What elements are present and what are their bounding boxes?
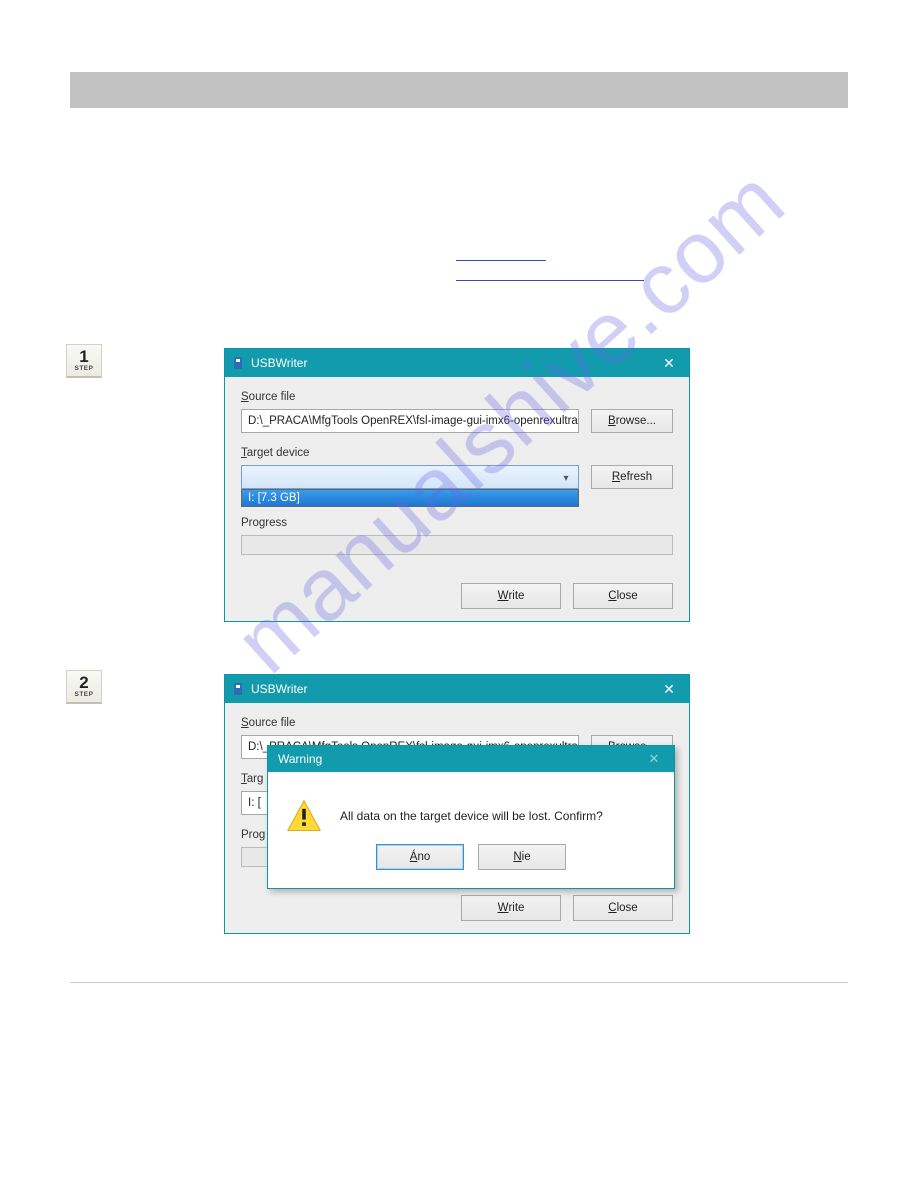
target-device-combo[interactable]: ▾ I: [7.3 GB] — [241, 465, 579, 489]
step-badge-2: 2 STEP — [66, 670, 102, 704]
write-button[interactable]: Write — [461, 895, 561, 921]
step-number: 1 — [79, 349, 88, 365]
warning-titlebar[interactable]: Warning ✕ — [268, 746, 674, 772]
write-button[interactable]: Write — [461, 583, 561, 609]
target-device-label: Target device — [241, 447, 673, 459]
usbwriter-window-2: USBWriter ✕ Source file D:\_PRACA\MfgToo… — [224, 674, 690, 934]
source-file-input[interactable]: D:\_PRACA\MfgTools OpenREX\fsl-image-gui… — [241, 409, 579, 433]
warning-close-button[interactable]: ✕ — [634, 746, 674, 772]
browse-button[interactable]: Browse... — [591, 409, 673, 433]
close-button[interactable]: Close — [573, 895, 673, 921]
window-close-button[interactable]: ✕ — [649, 349, 689, 377]
step-badge-1: 1 STEP — [66, 344, 102, 378]
source-file-label: Source file — [241, 717, 673, 729]
window-close-button[interactable]: ✕ — [649, 675, 689, 703]
step-label: STEP — [75, 365, 94, 372]
page-header-bar — [70, 72, 848, 108]
progress-bar — [241, 535, 673, 555]
step-number: 2 — [79, 675, 88, 691]
step-label: STEP — [75, 691, 94, 698]
usb-icon — [231, 682, 245, 696]
window-title: USBWriter — [251, 682, 307, 696]
chevron-down-icon: ▾ — [558, 470, 574, 486]
warning-title-text: Warning — [278, 752, 322, 766]
window-title: USBWriter — [251, 356, 307, 370]
confirm-yes-button[interactable]: Áno — [376, 844, 464, 870]
usbwriter-window-1: USBWriter ✕ Source file D:\_PRACA\MfgToo… — [224, 348, 690, 622]
close-button[interactable]: Close — [573, 583, 673, 609]
usb-icon — [231, 356, 245, 370]
close-icon: ✕ — [649, 751, 660, 767]
target-dropdown-list: I: [7.3 GB] — [241, 489, 579, 507]
dropdown-item-i[interactable]: I: [7.3 GB] — [242, 490, 578, 506]
progress-label: Progress — [241, 517, 673, 529]
warning-dialog: Warning ✕ All data on the target device … — [267, 745, 675, 889]
page-footer-rule — [70, 982, 848, 983]
link-underline-2 — [456, 280, 644, 281]
window-titlebar[interactable]: USBWriter ✕ — [225, 349, 689, 377]
close-icon: ✕ — [663, 681, 675, 698]
source-file-label: Source file — [241, 391, 673, 403]
warning-icon — [286, 798, 322, 834]
refresh-button[interactable]: Refresh — [591, 465, 673, 489]
close-icon: ✕ — [663, 355, 675, 372]
window-titlebar[interactable]: USBWriter ✕ — [225, 675, 689, 703]
link-underline-1 — [456, 260, 546, 261]
warning-message: All data on the target device will be lo… — [340, 809, 603, 823]
confirm-no-button[interactable]: Nie — [478, 844, 566, 870]
